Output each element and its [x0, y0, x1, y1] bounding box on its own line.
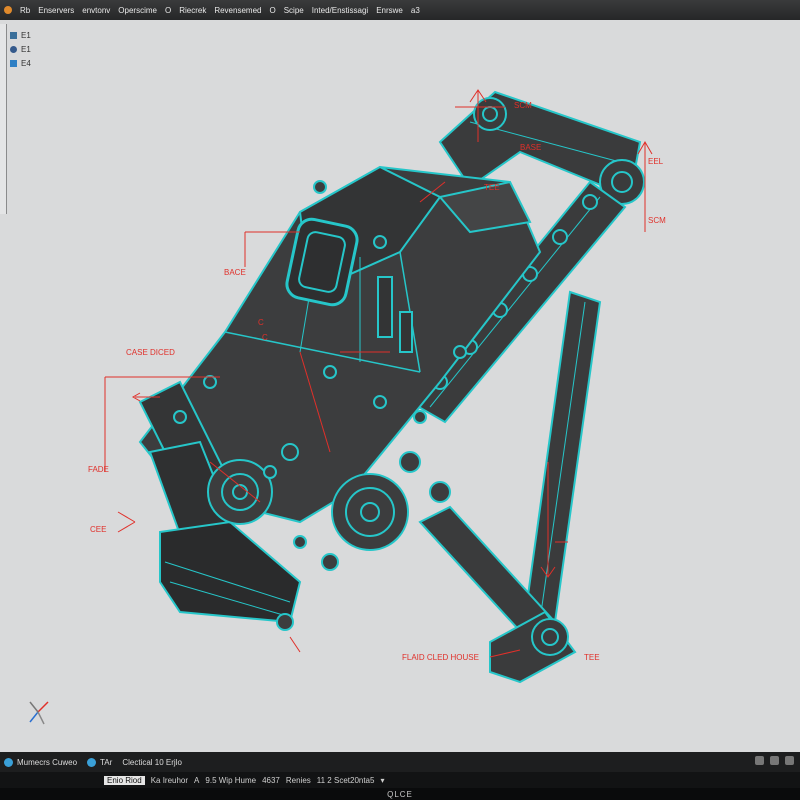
taskbar-item[interactable]: TAr [87, 757, 113, 767]
menu-item[interactable]: O [269, 6, 275, 15]
annotation-label: CEE [90, 525, 106, 534]
monitor-brand-label: QLCE [387, 790, 413, 799]
menu-item[interactable]: Enservers [38, 6, 74, 15]
menu-item[interactable]: envtonv [82, 6, 110, 15]
annotation-label: FADE [88, 465, 109, 474]
status-bar: Enio Riod Ka Ireuhor A 9.5 Wip Hume 4637… [0, 772, 800, 788]
system-tray [755, 756, 794, 765]
menu-item[interactable]: O [165, 6, 171, 15]
annotation-label: TEE [584, 653, 600, 662]
annotation-label: CASE DICED [126, 348, 175, 357]
monitor-screen: Rb Enservers envtonv Operscime O Riecrek… [0, 0, 800, 788]
browser-icon [87, 757, 97, 767]
status-text: Ka Ireuhor [150, 775, 189, 785]
status-text: Renies [285, 775, 311, 785]
menu-item[interactable]: Scipe [284, 6, 304, 15]
annotation-label: BASE [520, 143, 541, 152]
taskbar-label: Clectical 10 Erjlo [122, 757, 182, 767]
taskbar-label: TAr [100, 757, 113, 767]
status-field[interactable]: Enio Riod [104, 775, 145, 785]
annotation-label: SCM [514, 101, 532, 110]
app-icon [4, 757, 13, 767]
menu-item[interactable]: Operscime [118, 6, 157, 15]
annotation-label: EEL [648, 157, 664, 166]
menu-bar: Rb Enservers envtonv Operscime O Riecrek… [0, 0, 800, 20]
status-text: 9.5 Wip Hume [205, 775, 257, 785]
annotation-label: C [262, 333, 268, 342]
annotation-label: SCM [648, 216, 666, 225]
status-text: 11 2 Scet20nta5 [316, 775, 375, 785]
menu-item[interactable]: Inted/Enstissagi [312, 6, 368, 15]
dropdown-arrow-icon[interactable]: ▾ [380, 776, 384, 785]
annotation-label: BACE [224, 268, 246, 277]
app-logo-icon[interactable] [4, 6, 12, 14]
tray-icon[interactable] [755, 756, 764, 765]
taskbar-item[interactable]: Mumecrs Cuweo [4, 757, 78, 767]
menu-item[interactable]: Revensemed [214, 6, 261, 15]
taskbar: Mumecrs Cuweo TAr Clectical 10 Erjlo [0, 752, 800, 772]
taskbar-item[interactable]: Clectical 10 Erjlo [122, 758, 182, 767]
cad-viewport[interactable]: SCM BASE TEE EEL SCM BACE C C CASE DICED… [0, 22, 800, 752]
menu-item[interactable]: a3 [411, 6, 420, 15]
tray-icon[interactable] [770, 756, 779, 765]
status-text: A [194, 775, 200, 785]
support-strut [523, 290, 602, 624]
axis-triad-icon [29, 701, 49, 725]
annotation-label: FLAID CLED HOUSE [402, 653, 479, 662]
menu-item[interactable]: Riecrek [179, 6, 206, 15]
menu-item[interactable]: Enrswe [376, 6, 403, 15]
annotation-label: C [258, 318, 264, 327]
tray-icon[interactable] [785, 756, 794, 765]
cad-drawing: SCM BASE TEE EEL SCM BACE C C CASE DICED… [29, 89, 666, 725]
menu-item[interactable]: Rb [20, 6, 30, 15]
annotation-label: TEE [484, 183, 500, 192]
taskbar-label: Mumecrs Cuweo [17, 757, 78, 767]
status-text: 4637 [262, 775, 280, 785]
